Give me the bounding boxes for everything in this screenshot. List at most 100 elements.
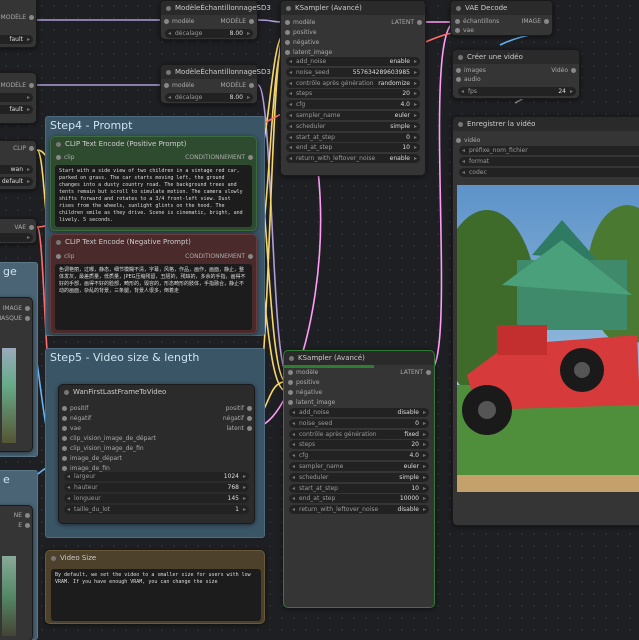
positive-input[interactable]: positive xyxy=(285,28,317,37)
steps-widget[interactable]: steps20 xyxy=(289,440,429,450)
default-widget[interactable]: fault xyxy=(0,105,33,114)
width-widget[interactable]: largeur1024 xyxy=(64,472,249,481)
add-noise-widget[interactable]: add_noisedisable xyxy=(289,408,429,417)
negative-input[interactable]: négative xyxy=(285,38,319,47)
audio-input[interactable]: audio xyxy=(456,75,481,84)
add-noise-widget[interactable]: add_noiseenable xyxy=(286,57,420,66)
conditioning-output[interactable]: CONDITIONNEMENT xyxy=(185,153,253,162)
mask-output[interactable]: MASQUE xyxy=(0,314,30,323)
negative-output[interactable]: négatif xyxy=(223,414,253,423)
model-sampling-sd3-node-2[interactable]: ModèleÉchantillonnageSD3 modèle MODÈLE d… xyxy=(160,64,271,104)
negative-prompt-textarea[interactable]: 色调艳丽，过曝，静态，细节模糊不清，字幕，风格，作品，画作，画面，静止，整体发灰… xyxy=(55,264,252,330)
positive-prompt-textarea[interactable]: Start with a side view of two children i… xyxy=(55,165,252,227)
node-title[interactable]: VAE Decode xyxy=(451,1,552,15)
samples-input[interactable]: échantillons xyxy=(455,17,499,26)
sampler-name-widget[interactable]: sampler_nameeuler xyxy=(286,111,420,120)
widget[interactable] xyxy=(0,233,33,242)
wan-first-last-frame-node[interactable]: WanFirstLastFrameToVideo positif négatif… xyxy=(58,384,255,524)
end-at-step-widget[interactable]: end_at_step10 xyxy=(286,143,420,153)
negative-input[interactable]: négatif xyxy=(62,414,91,423)
scheduler-widget[interactable]: schedulersimple xyxy=(289,472,429,482)
node-title[interactable]: WanFirstLastFrameToVideo xyxy=(59,385,254,399)
latent-output[interactable]: latent xyxy=(226,424,252,433)
images-input[interactable]: images xyxy=(456,66,486,75)
noise-seed-widget[interactable]: noise_seed0 xyxy=(289,418,429,428)
positive-output[interactable]: positif xyxy=(226,404,253,413)
image-output[interactable]: IMAGE xyxy=(3,304,31,313)
steps-widget[interactable]: steps20 xyxy=(286,89,420,99)
start-image-input[interactable]: image_de_départ xyxy=(62,454,122,463)
sampler-name-widget[interactable]: sampler_nameeuler xyxy=(289,462,429,471)
left-partial-node-2[interactable]: MODÈLE fault xyxy=(0,72,37,124)
image-output[interactable]: NE xyxy=(14,511,31,520)
contr-le-apr-s-g-n-ration-widget[interactable]: contrôle après générationrandomize xyxy=(286,78,420,88)
node-title[interactable]: Video Size xyxy=(46,551,264,565)
ksampler-advanced-node-1[interactable]: KSampler (Avancé) modèle positive négati… xyxy=(280,0,426,176)
model-output[interactable]: MODÈLE xyxy=(1,81,35,90)
widget[interactable] xyxy=(0,93,33,102)
node-title[interactable]: CLIP Text Encode (Negative Prompt) xyxy=(51,235,256,249)
clip-vision-end-input[interactable]: clip_vision_image_de_fin xyxy=(62,444,144,453)
load-image-node-2[interactable]: NE E xyxy=(0,505,33,640)
left-partial-node-1[interactable]: MODÈLE fault xyxy=(0,0,37,48)
left-partial-vae-node[interactable]: VAE xyxy=(0,218,37,244)
vae-output[interactable]: VAE xyxy=(14,223,34,232)
clip-text-encode-positive-node[interactable]: CLIP Text Encode (Positive Prompt) clip … xyxy=(50,136,257,231)
clip-vision-start-input[interactable]: clip_vision_image_de_départ xyxy=(62,434,156,443)
contr-le-apr-s-g-n-ration-widget[interactable]: contrôle après générationfixed xyxy=(289,429,429,439)
node-title[interactable]: KSampler (Avancé) xyxy=(281,1,425,15)
batch-size-widget[interactable]: taille_du_lot1 xyxy=(64,505,249,514)
vae-decode-node[interactable]: VAE Decode échantillons vae IMAGE xyxy=(450,0,553,36)
save-video-node[interactable]: Enregistrer la vidéo vidéo préfixe_nom_f… xyxy=(452,116,639,526)
format-widget[interactable]: format xyxy=(459,157,639,166)
noise-seed-widget[interactable]: noise_seed557634289603985 xyxy=(286,67,420,77)
model-output[interactable]: MODÈLE xyxy=(1,13,35,22)
positive-input[interactable]: positive xyxy=(288,378,320,387)
conditioning-output[interactable]: CONDITIONNEMENT xyxy=(185,252,253,261)
mask-output[interactable]: E xyxy=(18,521,30,530)
cfg-widget[interactable]: cfg4.0 xyxy=(289,451,429,461)
latent-output[interactable]: LATENT xyxy=(400,368,431,377)
start-at-step-widget[interactable]: start_at_step0 xyxy=(286,132,420,142)
clip-output[interactable]: CLIP xyxy=(13,144,34,153)
fps-widget[interactable]: fps24 xyxy=(458,87,576,96)
latent-output[interactable]: LATENT xyxy=(391,18,422,27)
node-title[interactable]: Créer une vidéo xyxy=(453,50,579,64)
model-input[interactable]: modèle xyxy=(164,17,194,26)
shift-widget[interactable]: décalage8.00 xyxy=(165,93,253,102)
vae-input[interactable]: vae xyxy=(62,424,81,433)
left-partial-clip-node[interactable]: CLIP wan default xyxy=(0,140,37,190)
create-video-node[interactable]: Créer une vidéo images audio Vidéo fps24 xyxy=(452,49,580,99)
type-widget[interactable]: wan xyxy=(0,165,33,174)
start-at-step-widget[interactable]: start_at_step10 xyxy=(289,483,429,493)
shift-widget[interactable]: décalage8.00 xyxy=(165,29,253,38)
positive-input[interactable]: positif xyxy=(62,404,88,413)
latent-image-input[interactable]: latent_image xyxy=(288,398,335,407)
load-image-node[interactable]: IMAGE MASQUE xyxy=(0,297,33,452)
latent-image-input[interactable]: latent_image xyxy=(285,48,332,57)
model-input[interactable]: modèle xyxy=(285,18,315,27)
image-output[interactable]: IMAGE xyxy=(522,17,550,26)
node-title[interactable]: KSampler (Avancé) xyxy=(284,351,434,365)
vae-input[interactable]: vae xyxy=(455,26,474,35)
clip-text-encode-negative-node[interactable]: CLIP Text Encode (Negative Prompt) clip … xyxy=(50,234,257,334)
video-output[interactable]: Vidéo xyxy=(551,66,576,75)
filename-prefix-widget[interactable]: préfixe_nom_fichier xyxy=(459,146,639,155)
model-output[interactable]: MODÈLE xyxy=(221,17,255,26)
model-output[interactable]: MODÈLE xyxy=(221,81,255,90)
clip-input[interactable]: clip xyxy=(56,153,74,162)
return-with-leftover-noise-widget[interactable]: return_with_leftover_noiseenable xyxy=(286,154,420,164)
note-textarea[interactable]: By default, we set the video to a smalle… xyxy=(51,569,261,621)
clip-input[interactable]: clip xyxy=(56,252,74,261)
node-title[interactable]: ModèleÉchantillonnageSD3 xyxy=(161,65,271,79)
node-title[interactable]: Enregistrer la vidéo xyxy=(453,117,639,131)
negative-input[interactable]: négative xyxy=(288,388,322,397)
video-input[interactable]: vidéo xyxy=(456,136,480,145)
length-widget[interactable]: longueur145 xyxy=(64,494,249,503)
model-input[interactable]: modèle xyxy=(164,81,194,90)
device-widget[interactable]: default xyxy=(0,177,33,186)
height-widget[interactable]: hauteur768 xyxy=(64,483,249,492)
return-with-leftover-noise-widget[interactable]: return_with_leftover_noisedisable xyxy=(289,505,429,515)
node-title[interactable]: ModèleÉchantillonnageSD3 xyxy=(161,1,271,15)
codec-widget[interactable]: codec xyxy=(459,168,639,177)
